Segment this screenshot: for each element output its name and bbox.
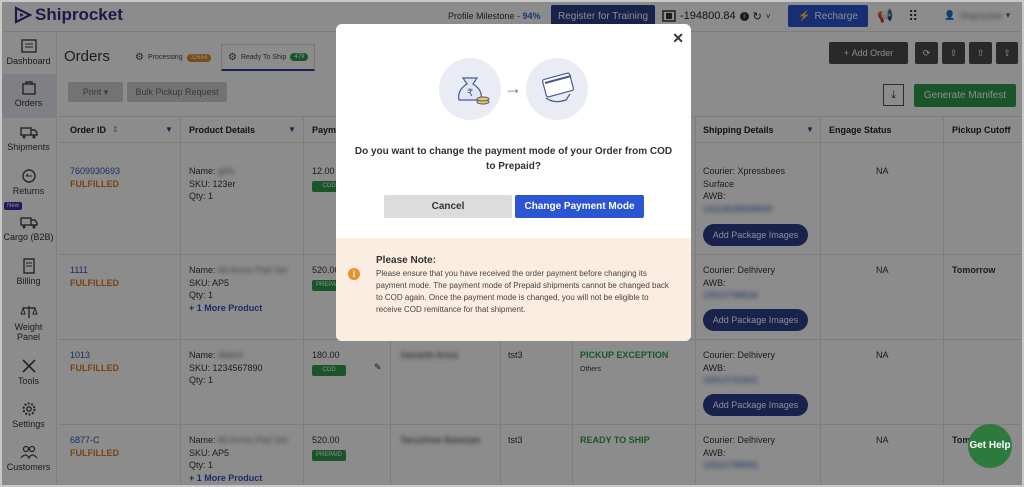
arrow-right-icon: → [504,78,522,98]
get-help-button[interactable]: Get Help [968,424,1012,468]
dialog-question: Do you want to change the payment mode o… [354,146,673,172]
info-icon: i [348,268,360,280]
change-payment-mode-button[interactable]: Change Payment Mode [515,195,644,218]
close-icon[interactable]: ✕ [672,30,684,47]
change-payment-mode-dialog: ✕ ₹ → Do you want to change the payment … [336,24,691,341]
money-bag-icon: ₹ [439,58,501,120]
svg-text:₹: ₹ [467,88,473,99]
card-payment-icon [526,58,588,120]
note-title: Please Note: [376,255,437,266]
note-box: i Please Note: Please ensure that you ha… [336,238,691,341]
cancel-button[interactable]: Cancel [384,195,512,218]
note-text: Please ensure that you have received the… [376,269,669,314]
